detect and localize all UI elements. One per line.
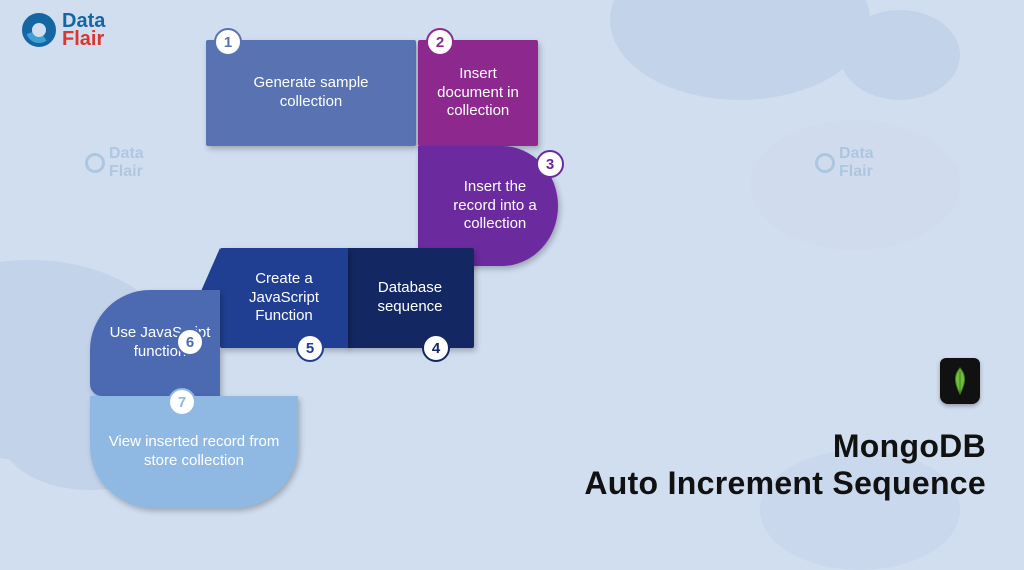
cloud-decoration	[610, 0, 870, 100]
logo-word-2: Flair	[62, 30, 105, 48]
step-2-badge: 2	[426, 28, 454, 56]
step-2-label: Insert document in collection	[434, 65, 522, 121]
step-3-label: Insert the record into a collection	[448, 178, 542, 234]
step-7-badge: 7	[168, 388, 196, 416]
step-7-box: View inserted record from store collecti…	[90, 396, 298, 508]
step-1-box: Generate sample collection	[206, 40, 416, 146]
diagram-title: MongoDB Auto Increment Sequence	[584, 428, 986, 502]
step-3-badge: 3	[536, 150, 564, 178]
step-4-label: Database sequence	[362, 279, 458, 317]
step-4-badge: 4	[422, 334, 450, 362]
title-line-2: Auto Increment Sequence	[584, 465, 986, 502]
cloud-decoration	[750, 120, 960, 250]
dataflair-logo-mark	[22, 13, 56, 47]
step-4-box: Database sequence	[346, 248, 474, 348]
step-6-badge: 6	[176, 328, 204, 356]
dataflair-logo-text: Data Flair	[62, 12, 105, 48]
step-1-badge: 1	[214, 28, 242, 56]
watermark-logo: DataFlair	[85, 145, 144, 181]
step-1-label: Generate sample collection	[222, 74, 400, 112]
step-5-label: Create a JavaScript Function	[236, 270, 332, 326]
step-5-badge: 5	[296, 334, 324, 362]
cloud-decoration	[840, 10, 960, 100]
step-5-box: Create a JavaScript Function	[220, 248, 348, 348]
step-7-label: View inserted record from store collecti…	[106, 433, 282, 471]
step-2-box: Insert document in collection	[418, 40, 538, 146]
mongodb-shield-icon	[940, 358, 980, 404]
mongodb-leaf-icon	[948, 367, 972, 395]
watermark-logo: DataFlair	[815, 145, 874, 181]
title-line-1: MongoDB	[584, 428, 986, 465]
dataflair-logo: Data Flair	[22, 12, 105, 48]
